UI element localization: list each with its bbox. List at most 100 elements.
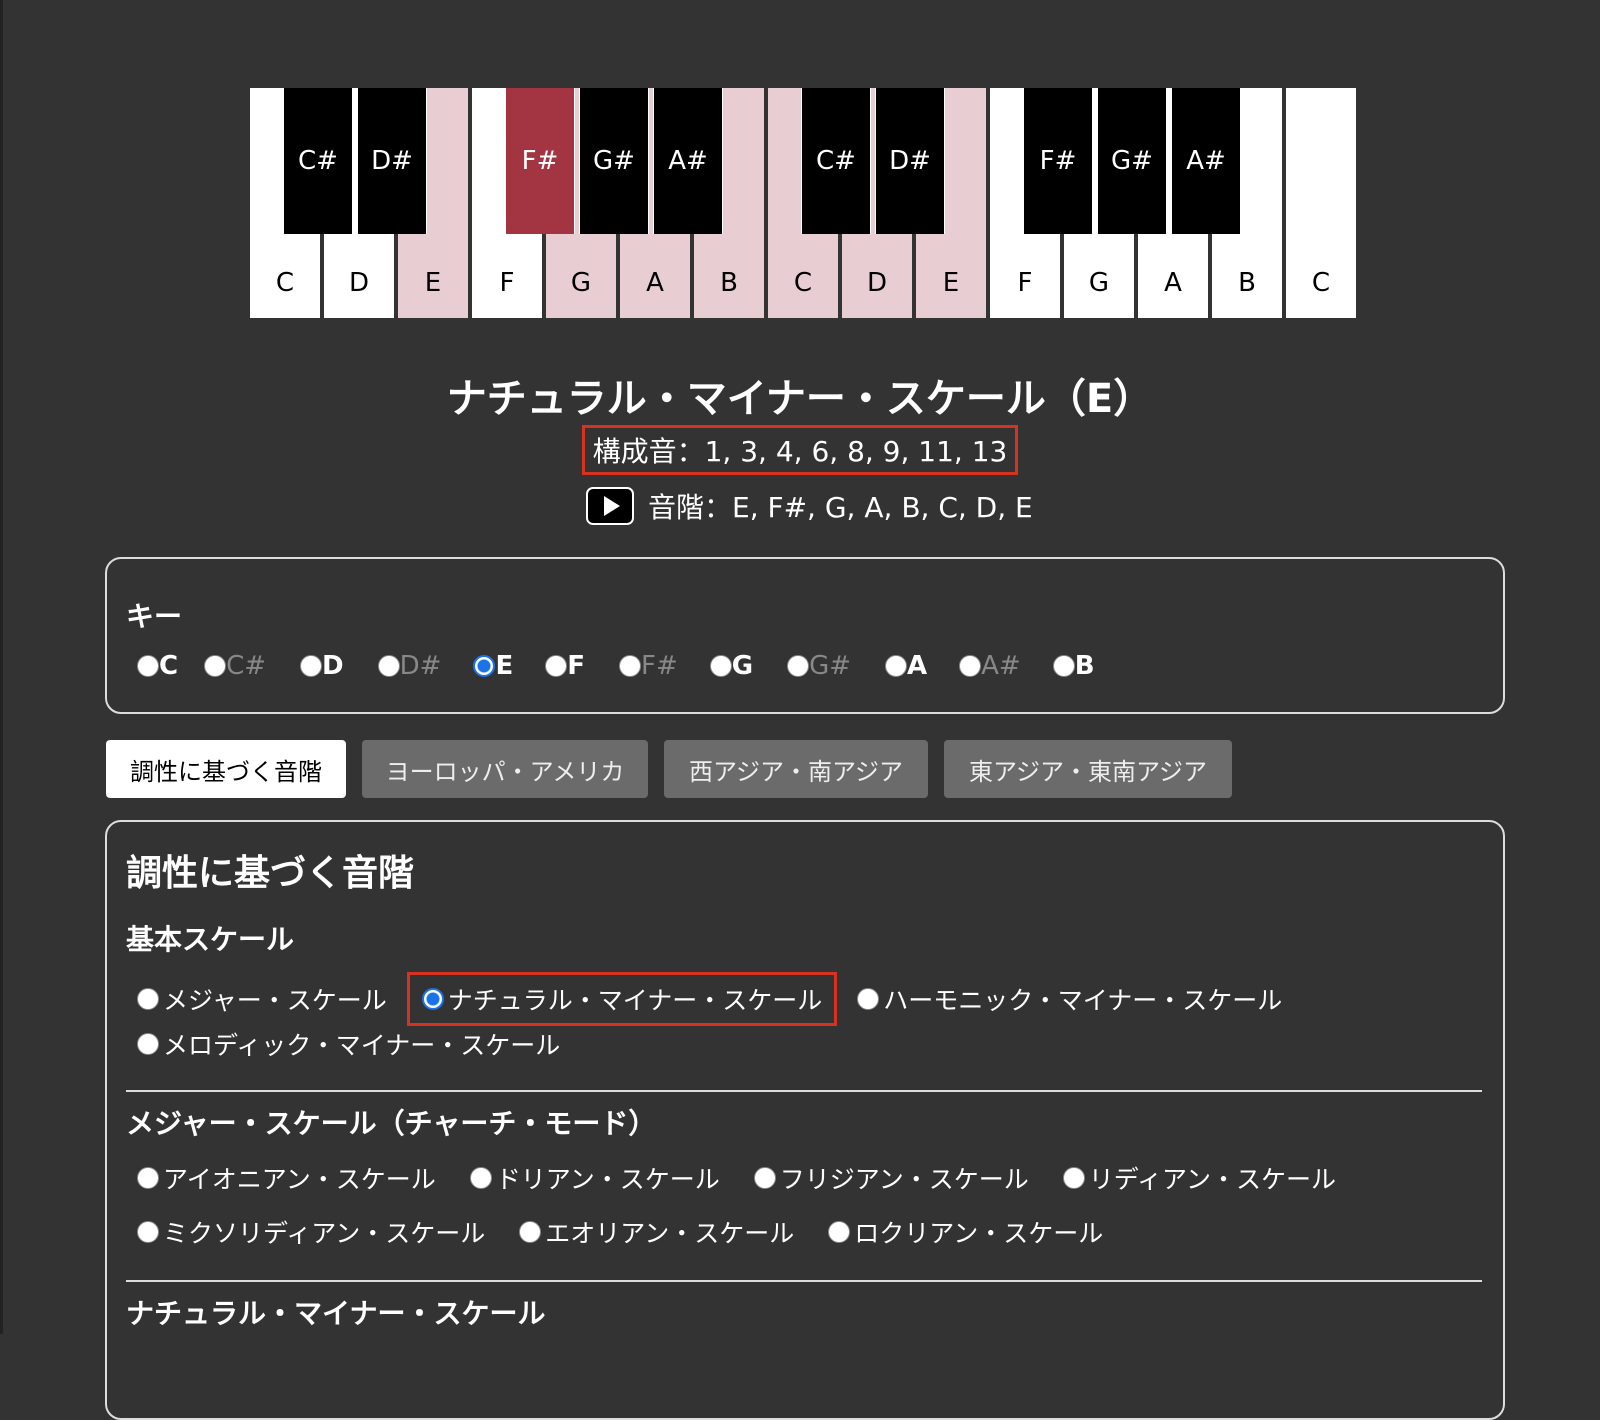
scale-option-label: ドリアン・スケール [495,1165,720,1194]
tab-east-southeast-asia[interactable]: 東アジア・東南アジア [944,740,1232,798]
key-label-a-sharp: A# [981,651,1021,681]
key-options: C C# D D# E F F# G G# A A# B [137,651,1095,681]
key-option-f-sharp[interactable]: F# [618,651,678,681]
scale-option-label: メロディック・マイナー・スケール [163,1031,561,1060]
white-key[interactable]: C [1286,88,1356,318]
black-key[interactable]: A# [1171,88,1241,234]
radio[interactable] [137,1167,159,1189]
black-key[interactable]: C# [283,88,353,234]
scale-option-mixolydian[interactable]: ミクソリディアン・スケール [137,1214,485,1250]
key-label: キー [126,600,183,633]
radio[interactable] [137,1221,159,1243]
key-label-a: A [907,651,928,681]
scale-option-label: エオリアン・スケール [545,1219,795,1248]
tab-west-south-asia[interactable]: 西アジア・南アジア [664,740,928,798]
radio[interactable] [300,655,323,677]
scale-option-lydian[interactable]: リディアン・スケール [1062,1160,1336,1196]
scale-notes-row: 音階：E, F#, G, A, B, C, D, E [586,485,1033,527]
radio[interactable] [469,1167,492,1189]
scale-option-locrian[interactable]: ロクリアン・スケール [828,1214,1103,1250]
scale-option-aeolian[interactable]: エオリアン・スケール [519,1214,794,1250]
key-label-c-sharp: C# [226,651,267,681]
tab-europe-america[interactable]: ヨーロッパ・アメリカ [362,740,648,798]
black-key[interactable]: G# [579,88,649,234]
key-option-c[interactable]: C [137,651,178,681]
black-key[interactable]: C# [801,88,871,234]
church-modes-row-2: ミクソリディアン・スケール エオリアン・スケール ロクリアン・スケール [137,1214,1103,1250]
radio[interactable] [885,655,908,677]
scale-option-major[interactable]: メジャー・スケール [137,981,387,1017]
basic-scales-heading: 基本スケール [126,923,295,956]
scale-option-label: フリジアン・スケール [779,1165,1029,1194]
radio[interactable] [618,655,641,677]
key-option-c-sharp[interactable]: C# [204,651,266,681]
scale-option-label: ロクリアン・スケール [854,1219,1104,1248]
scale-option-natural-minor[interactable]: ナチュラル・マイナー・スケール [406,972,838,1026]
scale-list-panel: 調性に基づく音階 基本スケール メジャー・スケール ナチュラル・マイナー・スケー… [105,820,1505,1420]
scale-option-label: ナチュラル・マイナー・スケール [447,986,823,1015]
radio[interactable] [857,988,880,1010]
key-selector-panel: キー C C# D D# E F F# G G# A A# B [105,557,1505,714]
radio[interactable] [473,655,496,677]
radio[interactable] [1062,1167,1085,1189]
basic-scales-row-1: メジャー・スケール ナチュラル・マイナー・スケール ハーモニック・マイナー・スケ… [137,972,1282,1026]
radio[interactable] [787,655,810,677]
radio[interactable] [421,988,444,1010]
key-label-b: B [1074,651,1095,681]
natural-minor-heading: ナチュラル・マイナー・スケール [126,1297,546,1330]
key-label-g-sharp: G# [809,651,852,681]
black-key[interactable]: D# [357,88,427,234]
scale-title: ナチュラル・マイナー・スケール（E） [446,376,1154,422]
key-option-d[interactable]: D [300,651,344,681]
tab-tonal-scales[interactable]: 調性に基づく音階 [106,740,346,798]
key-option-e[interactable]: E [473,651,513,681]
scale-option-label: メジャー・スケール [163,986,387,1015]
key-label-f-sharp: F# [640,651,678,681]
scale-notes: 音階：E, F#, G, A, B, C, D, E [648,491,1033,524]
scale-option-phrygian[interactable]: フリジアン・スケール [753,1160,1029,1196]
play-button[interactable] [586,487,634,525]
church-modes-heading: メジャー・スケール（チャーチ・モード） [126,1107,657,1140]
black-key[interactable]: G# [1097,88,1167,234]
key-label-d-sharp: D# [399,651,442,681]
key-label-e: E [495,651,514,681]
scale-option-label: ハーモニック・マイナー・スケール [883,986,1283,1015]
scale-option-label: アイオニアン・スケール [163,1165,436,1194]
black-key[interactable]: F# [1023,88,1093,234]
radio[interactable] [137,988,159,1010]
scale-option-melodic-minor[interactable]: メロディック・マイナー・スケール [137,1026,560,1062]
key-option-b[interactable]: B [1052,651,1095,681]
key-label-c: C [159,651,179,681]
radio[interactable] [137,1033,159,1055]
black-key[interactable]: D# [875,88,945,234]
radio[interactable] [377,655,400,677]
piano-keyboard: C D E F G A B C D E F G A B C C# D# F# G… [250,88,1356,318]
scale-category-tabs: 調性に基づく音階 ヨーロッパ・アメリカ 西アジア・南アジア 東アジア・東南アジア [106,740,1248,798]
composition-text: 構成音：1, 3, 4, 6, 8, 9, 11, 13 [582,425,1018,475]
black-key[interactable]: F# [505,88,575,234]
radio[interactable] [753,1167,776,1189]
radio[interactable] [519,1221,542,1243]
scale-option-dorian[interactable]: ドリアン・スケール [469,1160,720,1196]
key-option-g[interactable]: G [709,651,754,681]
scale-option-ionian[interactable]: アイオニアン・スケール [137,1160,436,1196]
play-icon [604,496,620,516]
radio[interactable] [545,655,568,677]
radio[interactable] [959,655,982,677]
black-key[interactable]: A# [653,88,723,234]
radio[interactable] [828,1221,851,1243]
divider [126,1090,1482,1092]
radio[interactable] [137,655,159,677]
key-option-a-sharp[interactable]: A# [959,651,1021,681]
key-option-d-sharp[interactable]: D# [377,651,442,681]
radio[interactable] [1052,655,1075,677]
scale-option-harmonic-minor[interactable]: ハーモニック・マイナー・スケール [857,981,1282,1017]
key-option-f[interactable]: F [545,651,585,681]
key-label-g: G [731,651,754,681]
radio[interactable] [709,655,732,677]
scale-option-label: ミクソリディアン・スケール [163,1219,486,1248]
key-option-g-sharp[interactable]: G# [787,651,851,681]
radio[interactable] [204,655,227,677]
key-option-a[interactable]: A [885,651,927,681]
divider [126,1280,1482,1282]
